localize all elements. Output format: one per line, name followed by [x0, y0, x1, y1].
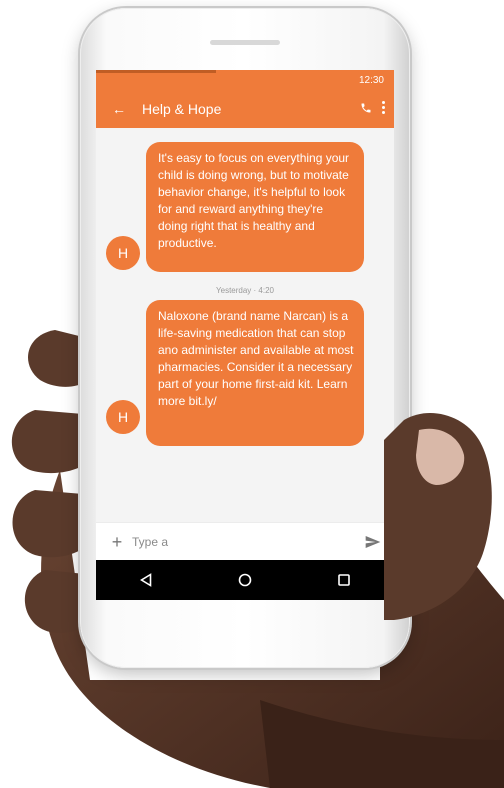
- triangle-back-icon: [139, 573, 151, 587]
- avatar: H: [106, 400, 140, 434]
- phone-speaker: [210, 40, 280, 45]
- page-title: Help & Hope: [142, 101, 222, 117]
- status-time: 12:30: [358, 75, 384, 86]
- message-input[interactable]: [132, 535, 358, 549]
- app-bar: ← Help & Hope: [96, 90, 394, 128]
- app-bar-actions: [360, 101, 386, 114]
- circle-home-icon: [238, 573, 252, 587]
- arrow-left-icon: ←: [112, 101, 126, 117]
- phone-device: 12:30 ← Help & Hope H It's easy to focus…: [80, 8, 410, 668]
- phone-icon[interactable]: [360, 102, 372, 114]
- message-timestamp: Yesterday · 4:20: [216, 286, 274, 295]
- message-composer: +: [96, 522, 394, 561]
- system-nav-bar: [96, 560, 394, 600]
- avatar: H: [106, 236, 140, 270]
- thumb-illustration: [384, 412, 492, 620]
- message-bubble: It's easy to focus on everything your ch…: [146, 142, 364, 272]
- status-progress-line: [96, 70, 216, 73]
- phone-screen: 12:30 ← Help & Hope H It's easy to focus…: [96, 70, 394, 600]
- message-list: H It's easy to focus on everything your …: [96, 128, 394, 518]
- nav-home-button[interactable]: [225, 565, 265, 595]
- back-button[interactable]: ←: [104, 101, 134, 117]
- nav-back-button[interactable]: [126, 565, 166, 595]
- square-recents-icon: [338, 574, 351, 586]
- more-vertical-icon[interactable]: [382, 101, 386, 114]
- add-attachment-button[interactable]: +: [102, 532, 132, 553]
- plus-icon: +: [111, 531, 123, 552]
- status-bar: 12:30: [96, 70, 394, 90]
- send-icon: [365, 536, 381, 548]
- nav-recents-button[interactable]: [324, 565, 364, 595]
- message-bubble: Naloxone (brand name Narcan) is a life-s…: [146, 300, 364, 446]
